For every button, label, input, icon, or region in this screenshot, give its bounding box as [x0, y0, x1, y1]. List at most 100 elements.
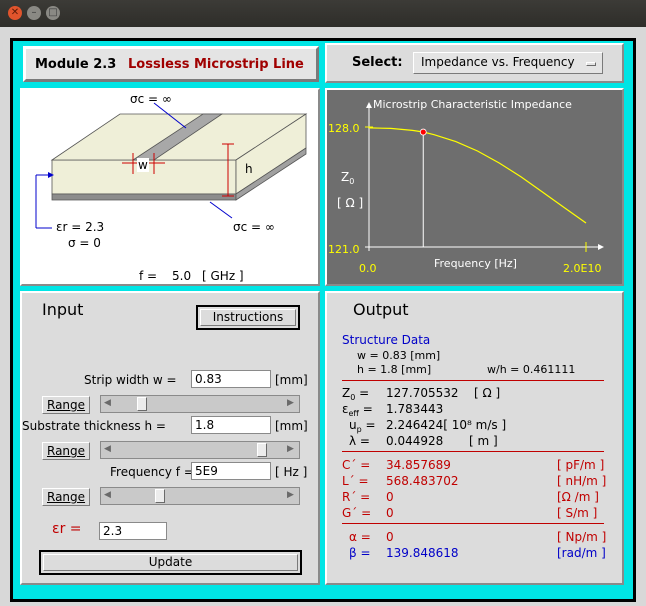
window-titlebar[interactable]: ✕ – □ [0, 0, 646, 27]
slider-left-arrow-icon[interactable]: ◀ [104, 490, 111, 500]
L-label: L´ = [342, 474, 369, 488]
thickness-slider[interactable]: ◀ ▶ [100, 441, 300, 459]
L-value: 568.483702 [386, 474, 459, 488]
structure-data-title: Structure Data [342, 333, 431, 347]
sigma-c-bottom-label: σc = ∞ [233, 220, 275, 234]
slider-right-arrow-icon[interactable]: ▶ [287, 490, 294, 500]
plot-x-left-label: 0.0 [359, 262, 377, 275]
diagram-freq-prefix: f = [139, 269, 158, 283]
z0-value: 127.705532 [386, 386, 459, 400]
plot-x-axis-label: Frequency [Hz] [434, 257, 517, 270]
frequency-input[interactable]: 5E9 [191, 462, 271, 480]
ground-plane-front [51, 193, 237, 201]
strip-width-slider[interactable]: ◀ ▶ [100, 395, 300, 413]
plot-type-dropdown[interactable]: Impedance vs. Frequency [413, 52, 603, 74]
frequency-slider[interactable]: ◀ ▶ [100, 487, 300, 505]
frequency-unit: [ Hz ] [275, 465, 308, 479]
divider [342, 380, 604, 381]
structure-h-line: h = 1.8 [mm] [357, 363, 432, 376]
input-heading: Input [42, 300, 84, 319]
slider-right-arrow-icon[interactable]: ▶ [287, 444, 294, 454]
eeff-label: εeff = [342, 402, 373, 418]
structure-wh-line: w/h = 0.461111 [487, 363, 576, 376]
beta-label: β = [349, 546, 371, 560]
C-unit: [ pF/m ] [557, 458, 605, 472]
app-area: Module 2.3 Lossless Microstrip Line Sele… [0, 27, 646, 606]
instructions-button[interactable]: Instructions [196, 305, 300, 330]
thickness-slider-thumb[interactable] [257, 443, 268, 457]
z0-unit: [ Ω ] [474, 386, 501, 400]
G-value: 0 [386, 506, 394, 520]
plot-panel: Microstrip Characteristic Impedance 128.… [325, 88, 624, 286]
impedance-plot [365, 102, 604, 252]
range-button-w[interactable]: Range [42, 396, 91, 414]
plot-type-value: Impedance vs. Frequency [421, 55, 575, 69]
plot-impedance-curve [368, 127, 587, 224]
close-icon[interactable]: ✕ [8, 6, 22, 20]
plot-title: Microstrip Characteristic Impedance [373, 98, 572, 111]
minimize-icon[interactable]: – [27, 6, 41, 20]
plot-y-bottom-label: 121.0 [328, 243, 360, 256]
up-label: up = [349, 418, 376, 434]
plot-y-unit: [ Ω ] [337, 196, 364, 210]
frequency-slider-thumb[interactable] [154, 489, 165, 503]
plot-x-arrow-icon [598, 244, 604, 250]
select-panel: Select: Impedance vs. Frequency [325, 43, 624, 83]
module-title-button[interactable]: Module 2.3 Lossless Microstrip Line [23, 46, 319, 82]
L-unit: [ nH/m ] [557, 474, 607, 488]
range-button-h[interactable]: Range [42, 442, 91, 460]
eeff-value: 1.783443 [386, 402, 444, 416]
alpha-unit: [ Np/m ] [557, 530, 607, 544]
diagram-freq-value: 5.0 [172, 269, 192, 283]
divider [342, 451, 604, 452]
slider-left-arrow-icon[interactable]: ◀ [104, 398, 111, 408]
structure-w-line: w = 0.83 [mm] [357, 349, 441, 362]
w-label: w [137, 158, 149, 172]
dropdown-indicator-icon [586, 62, 596, 66]
alpha-value: 0 [386, 530, 394, 544]
z0-label: Z0 = [342, 386, 370, 402]
beta-value: 139.848618 [386, 546, 459, 560]
plot-marker-point [419, 128, 427, 136]
R-value: 0 [386, 490, 394, 504]
slider-right-arrow-icon[interactable]: ▶ [287, 398, 294, 408]
maximize-icon[interactable]: □ [46, 6, 60, 20]
strip-width-label: Strip width w = [84, 373, 177, 387]
input-panel: Input Instructions Strip width w = 0.83 … [20, 291, 320, 585]
lambda-value: 0.044928 [386, 434, 444, 448]
microstrip-diagram [35, 102, 308, 229]
thickness-input[interactable]: 1.8 [191, 416, 271, 434]
up-value: 2.246424[ 10⁸ m/s ] [386, 418, 507, 432]
G-unit: [ S/m ] [557, 506, 598, 520]
lambda-unit: [ m ] [469, 434, 498, 448]
beta-unit: [rad/m ] [557, 546, 606, 560]
diagram-panel: σc = ∞ w h εr = 2.3 σ = 0 σc = ∞ f = 5.0… [20, 88, 320, 286]
lambda-label: λ = [349, 434, 370, 448]
strip-width-input[interactable]: 0.83 [191, 370, 271, 388]
frequency-label: Frequency f = [110, 465, 194, 479]
sigma-c-top-label: σc = ∞ [130, 92, 172, 106]
R-label: R´ = [342, 490, 371, 504]
thickness-unit: [mm] [275, 419, 308, 433]
thickness-label: Substrate thickness h = [22, 419, 166, 433]
module-number: Module 2.3 [35, 57, 117, 72]
module-title: Lossless Microstrip Line [128, 57, 304, 72]
plot-y-arrow-icon [366, 102, 372, 108]
output-heading: Output [353, 300, 409, 319]
diagram-freq-unit: [ GHz ] [202, 269, 244, 283]
plot-y-symbol: Z0 [341, 170, 355, 186]
C-label: C´ = [342, 458, 371, 472]
range-button-f[interactable]: Range [42, 488, 91, 506]
R-unit: [Ω /m ] [557, 490, 599, 504]
alpha-label: α = [349, 530, 371, 544]
instructions-label: Instructions [200, 309, 296, 326]
eps-r-diagram-label: εr = 2.3 [56, 220, 105, 234]
h-label: h [245, 162, 253, 176]
strip-width-slider-thumb[interactable] [137, 397, 148, 411]
plot-y-top-label: 128.0 [328, 122, 360, 135]
eps-r-input[interactable]: 2.3 [99, 522, 167, 540]
slider-left-arrow-icon[interactable]: ◀ [104, 444, 111, 454]
strip-width-unit: [mm] [275, 373, 308, 387]
update-button[interactable]: Update [39, 550, 302, 575]
update-label: Update [43, 554, 298, 571]
